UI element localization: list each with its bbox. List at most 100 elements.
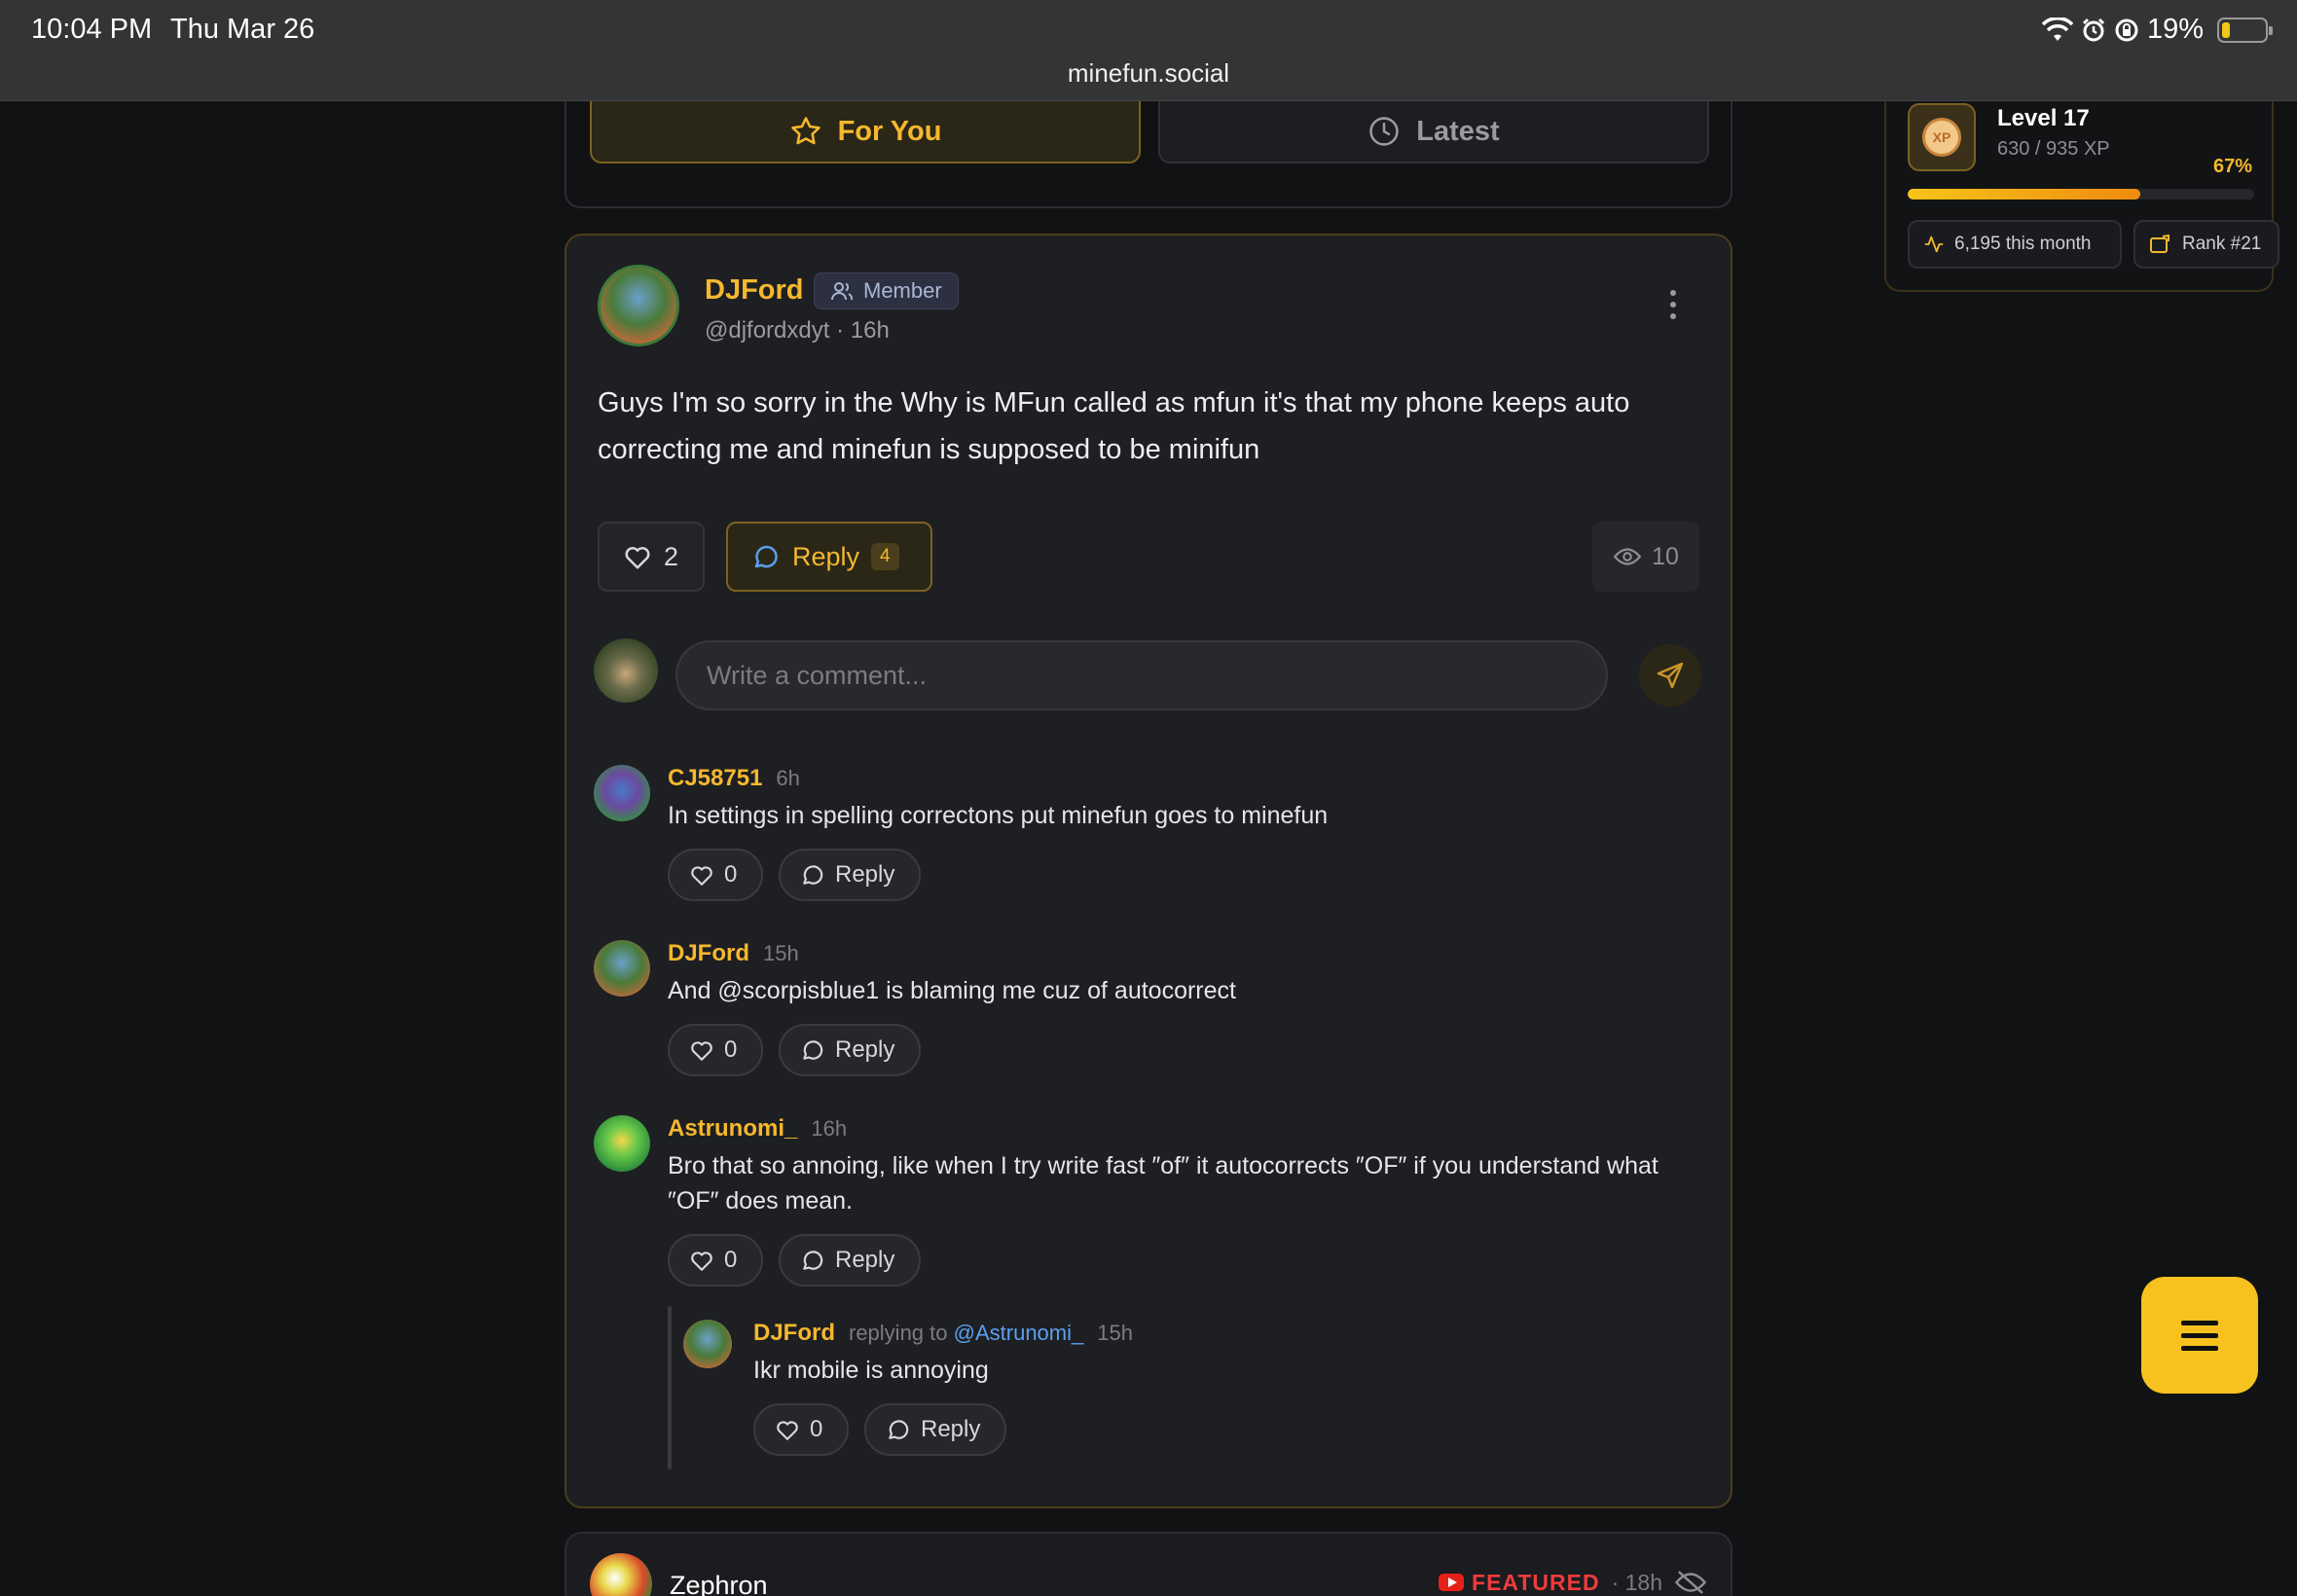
star-icon (790, 117, 820, 145)
rank-icon (2150, 234, 2169, 253)
comment-actions: 0 Reply (668, 1024, 921, 1076)
author-name[interactable]: DJFord (705, 274, 804, 307)
level-widget[interactable]: XP Level 17 630 / 935 XP 67% 6,195 this … (1884, 101, 2279, 292)
next-post-card: Zephron FEATURED · 18h (565, 1532, 1732, 1596)
comment-time: 15h (763, 941, 799, 965)
author-handle: @djfordxdyt · 16h (705, 317, 890, 345)
comment-reply-label: Reply (835, 1247, 895, 1273)
url-bar[interactable]: minefun.social (0, 58, 2297, 89)
comment-like-button[interactable]: 0 (668, 1024, 763, 1076)
level-xp: 630 / 935 XP (1997, 138, 2110, 160)
comment-like-count: 0 (724, 1036, 738, 1063)
reply-author[interactable]: DJFord (753, 1320, 835, 1347)
rotation-lock-icon (2115, 18, 2138, 41)
comment-item: CJ58751 6h In settings in spelling corre… (594, 765, 1713, 901)
menu-fab-button[interactable] (2141, 1277, 2258, 1394)
monthly-activity-pill[interactable]: 6,195 this month (1908, 220, 2122, 269)
comment-icon (803, 1251, 823, 1270)
replying-to-prefix: replying to (849, 1321, 948, 1345)
comment-icon (803, 865, 823, 885)
heart-icon (625, 547, 650, 569)
tab-latest[interactable]: Latest (1158, 101, 1709, 163)
thread-line (668, 1306, 672, 1469)
replying-to: replying to @Astrunomi_ (849, 1321, 1083, 1346)
member-badge: Member (814, 272, 959, 309)
comment-input[interactable] (675, 640, 1608, 710)
clock-icon (1369, 117, 1400, 146)
reply-actions: 0 Reply (753, 1403, 1006, 1456)
feed-tabs: For You Latest (565, 101, 1732, 208)
like-button[interactable]: 2 (598, 522, 705, 592)
youtube-icon (1439, 1574, 1465, 1591)
reply-like-button[interactable]: 0 (753, 1403, 849, 1456)
reply-header: DJFord replying to @Astrunomi_ 15h (753, 1320, 1133, 1347)
featured-label: FEATURED (1472, 1569, 1600, 1595)
activity-icon (1924, 236, 1944, 253)
comment-author[interactable]: DJFord (668, 940, 749, 967)
comment-text: And @scorpisblue1 is blaming me cuz of a… (668, 977, 1236, 1004)
comment-avatar[interactable] (594, 1115, 650, 1172)
comment-avatar[interactable] (594, 940, 650, 997)
send-comment-button[interactable] (1639, 644, 1701, 707)
comment-avatar[interactable] (594, 765, 650, 821)
like-count: 2 (664, 541, 679, 571)
comment-like-count: 0 (724, 1247, 738, 1273)
reply-button[interactable]: Reply 4 (726, 522, 932, 592)
hide-icon[interactable] (1674, 1569, 1707, 1596)
comment-actions: 0 Reply (668, 849, 921, 901)
status-bar: 10:04 PM Thu Mar 26 19% minefun.social (0, 0, 2297, 101)
comment-time: 16h (811, 1116, 848, 1141)
comment-reply-button[interactable]: Reply (779, 849, 921, 901)
comment-header: Astrunomi_ 16h (668, 1115, 847, 1143)
users-icon (831, 282, 854, 301)
comment-icon (889, 1420, 909, 1439)
level-percent: 67% (2212, 156, 2252, 177)
comment-actions: 0 Reply (668, 1234, 921, 1287)
battery-percent: 19% (2146, 14, 2204, 45)
comment-author[interactable]: Astrunomi_ (668, 1115, 797, 1143)
monthly-activity-label: 6,195 this month (1954, 234, 2092, 254)
heart-icon (691, 1251, 712, 1271)
comment-text: In settings in spelling correctons put m… (668, 802, 1329, 829)
heart-icon (777, 1421, 798, 1440)
xp-progress-fill (1908, 189, 2140, 200)
alarm-icon (2082, 18, 2105, 41)
next-post-avatar[interactable] (590, 1553, 652, 1596)
tab-for-you[interactable]: For You (590, 101, 1141, 163)
mention-link[interactable]: @Astrunomi_ (954, 1321, 1084, 1345)
reply-count-badge: 4 (871, 543, 899, 570)
comment-like-button[interactable]: 0 (668, 1234, 763, 1287)
next-post-author[interactable]: Zephron (670, 1571, 768, 1596)
reply-like-count: 0 (810, 1416, 823, 1442)
author-avatar[interactable] (598, 265, 679, 346)
more-options-icon[interactable] (1670, 290, 1676, 319)
comment-header: CJ58751 6h (668, 765, 800, 792)
rank-label: Rank #21 (2182, 234, 2262, 254)
tab-for-you-label: For You (837, 115, 942, 147)
comment-like-button[interactable]: 0 (668, 849, 763, 901)
reply-reply-button[interactable]: Reply (864, 1403, 1006, 1456)
comment-reply-label: Reply (835, 1036, 895, 1063)
reply-avatar[interactable] (683, 1320, 732, 1368)
reply-text: Ikr mobile is annoying (753, 1357, 989, 1384)
status-icons: 19% (2041, 14, 2273, 46)
comment-time: 6h (776, 766, 800, 790)
post-card: DJFord Member @djfordxdyt · 16h Guys I'm… (565, 234, 1732, 1508)
xp-coin-icon: XP (1922, 118, 1961, 157)
status-date: Thu Mar 26 (170, 14, 315, 45)
tab-latest-label: Latest (1416, 115, 1500, 147)
status-time: 10:04 PM (31, 14, 153, 45)
comment-reply-button[interactable]: Reply (779, 1024, 921, 1076)
reply-time: 15h (1097, 1321, 1133, 1345)
view-count: 10 (1592, 522, 1699, 592)
comment-icon (754, 545, 778, 568)
reply-label: Reply (792, 541, 860, 571)
comment-reply-button[interactable]: Reply (779, 1234, 921, 1287)
view-count-value: 10 (1652, 542, 1679, 570)
rank-pill[interactable]: Rank #21 (2133, 220, 2279, 269)
wifi-icon (2041, 17, 2073, 41)
featured-badge: FEATURED (1439, 1570, 1600, 1596)
comment-author[interactable]: CJ58751 (668, 765, 762, 792)
heart-icon (691, 1041, 712, 1061)
eye-icon (1613, 548, 1642, 565)
